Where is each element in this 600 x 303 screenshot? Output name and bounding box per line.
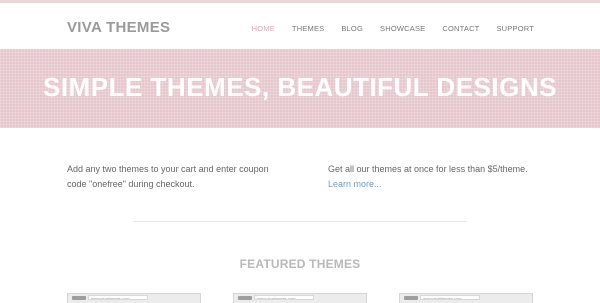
browser-dots-icon [72,296,86,300]
featured-theme-thumbnail[interactable]: www.vivathemes.com [399,293,533,303]
bundle-promo: Get all our themes at once for less than… [328,162,543,192]
nav-item-blog[interactable]: BLOG [341,24,363,33]
section-divider [133,221,467,222]
site-header: VIVA THEMES HOME THEMES BLOG SHOWCASE CO… [0,3,600,49]
featured-themes-heading: FEATURED THEMES [239,257,361,271]
nav-item-showcase[interactable]: SHOWCASE [380,24,425,33]
thumbnail-url-bar: www.vivathemes.com [88,295,148,300]
thumbnail-url-bar: www.vivathemes.com [420,295,480,300]
coupon-promo-text: Add any two themes to your cart and ente… [67,164,269,189]
bundle-promo-text: Get all our themes at once for less than… [328,164,528,174]
featured-theme-thumbnail[interactable]: www.vivathemes.com [233,293,367,303]
nav-item-themes[interactable]: THEMES [292,24,324,33]
browser-dots-icon [238,296,252,300]
nav-item-support[interactable]: SUPPORT [496,24,534,33]
browser-dots-icon [404,296,418,300]
hero-title: SIMPLE THEMES, BEAUTIFUL DESIGNS [43,72,557,102]
featured-theme-thumbnail[interactable]: www.vivathemes.com [67,293,201,303]
learn-more-link[interactable]: Learn more... [328,179,382,189]
nav-item-home[interactable]: HOME [252,24,275,33]
hero-banner: SIMPLE THEMES, BEAUTIFUL DESIGNS [0,49,600,128]
site-logo[interactable]: VIVA THEMES [67,19,170,36]
main-nav: HOME THEMES BLOG SHOWCASE CONTACT SUPPOR… [235,24,534,33]
nav-item-contact[interactable]: CONTACT [442,24,479,33]
thumbnail-url-bar: www.vivathemes.com [254,295,314,300]
